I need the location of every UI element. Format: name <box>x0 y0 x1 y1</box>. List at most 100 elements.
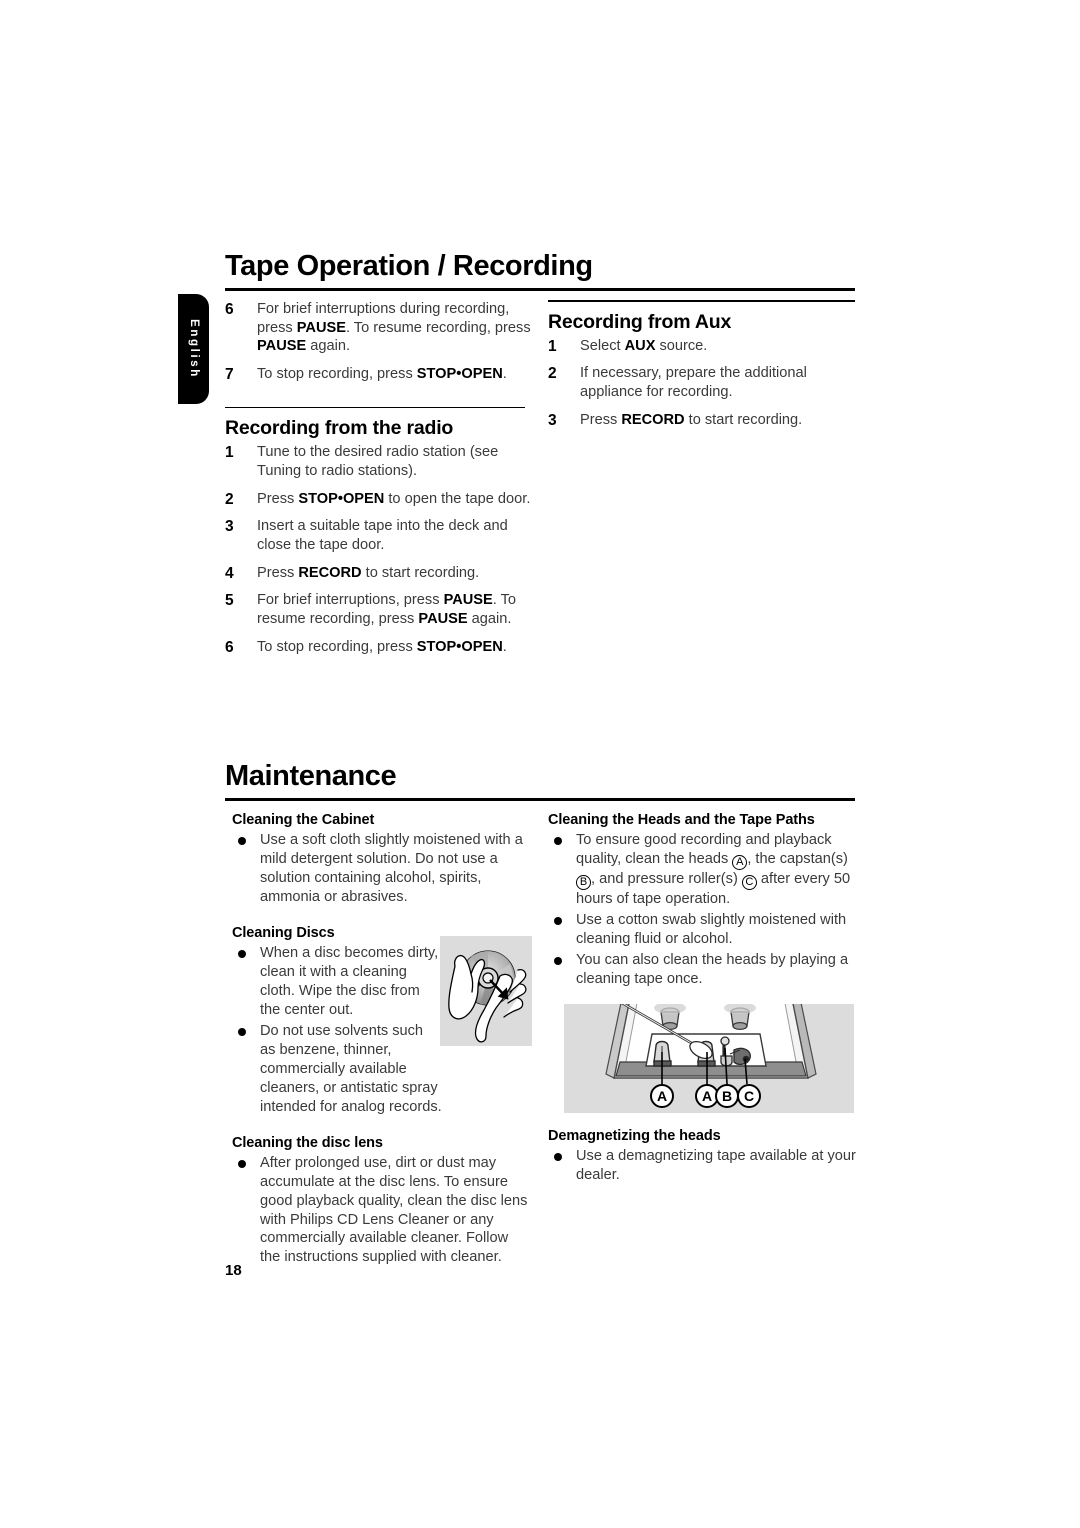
step-text: Tune to the desired radio station (see T… <box>257 444 499 479</box>
maintenance-right-column-demagnetizing: Demagnetizing the heads Use a demagnetizi… <box>548 1128 858 1203</box>
step-text: Select AUX source. <box>580 337 708 354</box>
list-item: 3 Press RECORD to start recording. <box>548 411 858 430</box>
circled-label-b: B <box>576 874 591 890</box>
step-number: 7 <box>225 366 234 384</box>
section-rule-maintenance <box>225 798 855 801</box>
section-title-tape-operation: Tape Operation / Recording <box>225 250 593 282</box>
manual-page: English Tape Operation / Recording 6 For … <box>0 0 1080 1528</box>
step-number: 2 <box>225 490 234 508</box>
step-text: Insert a suitable tape into the deck and… <box>257 518 508 553</box>
maintenance-block: Demagnetizing the heads Use a demagnetizi… <box>548 1128 858 1185</box>
language-tab-label: English <box>187 319 200 379</box>
maintenance-heading: Cleaning the Cabinet <box>232 812 375 828</box>
maintenance-block: Cleaning the Heads and the Tape Paths To … <box>548 812 858 989</box>
subsection-rule-recording-radio <box>225 406 525 409</box>
list-item: 4 Press RECORD to start recording. <box>225 564 535 583</box>
list-item: You can also clean the heads by playing … <box>548 951 858 989</box>
subsection-heading-recording-aux: Recording from Aux <box>548 310 732 333</box>
subsection-rule-recording-aux <box>548 300 855 302</box>
list-item: Use a demagnetizing tape available at yo… <box>548 1147 858 1185</box>
maintenance-heading: Demagnetizing the heads <box>548 1128 721 1144</box>
svg-text:C: C <box>744 1088 754 1104</box>
step-text: For brief interruptions, press PAUSE. To… <box>257 592 517 627</box>
list-item: To ensure good recording and playback qu… <box>548 831 858 909</box>
list-item: 2 Press STOP•OPEN to open the tape door. <box>225 490 535 509</box>
subsection-heading-recording-radio: Recording from the radio <box>225 417 454 440</box>
list-item: Do not use solvents such as benzene, thi… <box>232 1022 442 1117</box>
bullet-icon <box>238 1159 246 1168</box>
bullet-text: To ensure good recording and playback qu… <box>576 832 851 907</box>
recording-continued-steps: 6 For brief interruptions during recordin… <box>225 300 535 384</box>
maintenance-left-column: Cleaning the Cabinet Use a soft cloth sli… <box>232 812 532 1285</box>
emphasis: PAUSE <box>257 338 307 355</box>
step-number: 2 <box>548 365 557 383</box>
bullet-icon <box>554 956 562 965</box>
bullet-icon <box>238 837 246 845</box>
emphasis: RECORD <box>298 564 362 581</box>
step-text: Press STOP•OPEN to open the tape door. <box>257 490 531 507</box>
maintenance-heading: Cleaning the disc lens <box>232 1134 383 1151</box>
emphasis: STOP•OPEN <box>416 638 503 655</box>
step-number: 6 <box>225 638 234 656</box>
step-number: 1 <box>548 337 557 355</box>
maintenance-block: Cleaning the Cabinet Use a soft cloth sli… <box>232 812 532 907</box>
tape-path-illustration: A A B C <box>564 1004 854 1113</box>
step-text: For brief interruptions during recording… <box>257 301 531 355</box>
maintenance-bullets: Use a soft cloth slightly moistened with… <box>232 831 532 907</box>
tape-operation-right-column: Recording from Aux 1 Select AUX source. 2 I… <box>548 300 858 438</box>
bullet-text: Use a soft cloth slightly moistened with… <box>260 832 523 905</box>
emphasis: AUX <box>624 337 656 354</box>
disc-cleaning-illustration <box>440 936 532 1046</box>
step-text: If necessary, prepare the additional app… <box>580 365 807 400</box>
step-number: 1 <box>225 444 234 462</box>
bullet-icon <box>554 1153 562 1161</box>
emphasis: PAUSE <box>443 592 493 609</box>
maintenance-bullets: To ensure good recording and playback qu… <box>548 831 858 989</box>
maintenance-right-column: Cleaning the Heads and the Tape Paths To … <box>548 812 858 1007</box>
step-number: 5 <box>225 592 234 610</box>
svg-text:A: A <box>657 1088 667 1104</box>
emphasis: STOP•OPEN <box>416 366 503 383</box>
maintenance-bullets: Use a demagnetizing tape available at yo… <box>548 1147 858 1185</box>
section-rule-tape-operation <box>225 288 855 291</box>
circled-label-c: C <box>741 874 757 890</box>
svg-text:A: A <box>702 1088 712 1104</box>
bullet-icon <box>238 1027 246 1036</box>
emphasis: PAUSE <box>296 319 346 336</box>
list-item: 3 Insert a suitable tape into the deck an… <box>225 517 535 554</box>
step-number: 3 <box>548 411 557 429</box>
step-number: 6 <box>225 301 234 318</box>
list-item: 6 To stop recording, press STOP•OPEN. <box>225 638 535 657</box>
section-title-maintenance: Maintenance <box>225 760 397 792</box>
list-item: 1 Select AUX source. <box>548 337 858 356</box>
bullet-text: When a disc becomes dirty, clean it with… <box>260 944 439 1018</box>
bullet-icon <box>554 837 562 845</box>
bullet-text: Use a demagnetizing tape available at yo… <box>576 1148 856 1183</box>
step-number: 4 <box>225 564 234 582</box>
step-text: Press RECORD to start recording. <box>257 564 480 581</box>
list-item: When a disc becomes dirty, clean it with… <box>232 944 442 1020</box>
step-text: To stop recording, press STOP•OPEN. <box>257 366 507 383</box>
step-number: 3 <box>225 518 234 536</box>
list-item: 1 Tune to the desired radio station (see … <box>225 443 535 480</box>
list-item: 5 For brief interruptions, press PAUSE. T… <box>225 591 535 628</box>
svg-text:B: B <box>722 1088 732 1104</box>
maintenance-bullets: After prolonged use, dirt or dust may ac… <box>232 1154 532 1268</box>
recording-aux-steps: 1 Select AUX source. 2 If necessary, prepar… <box>548 337 858 430</box>
bullet-text: You can also clean the heads by playing … <box>576 951 849 987</box>
bullet-icon <box>238 949 246 958</box>
list-item: Use a soft cloth slightly moistened with… <box>232 831 532 907</box>
list-item: After prolonged use, dirt or dust may ac… <box>232 1154 532 1268</box>
list-item: Use a cotton swab slightly moistened wit… <box>548 911 858 949</box>
list-item: 6 For brief interruptions during recordin… <box>225 300 535 356</box>
language-tab-english: English <box>178 294 209 404</box>
bullet-icon <box>554 916 562 925</box>
maintenance-block: Cleaning the disc lens After prolonged us… <box>232 1135 532 1268</box>
step-text: To stop recording, press STOP•OPEN. <box>257 638 507 655</box>
emphasis: RECORD <box>621 411 685 428</box>
step-text: Press RECORD to start recording. <box>580 411 803 428</box>
bullet-text: Use a cotton swab slightly moistened wit… <box>576 911 847 947</box>
bullet-text: Do not use solvents such as benzene, thi… <box>260 1022 442 1115</box>
emphasis: PAUSE <box>418 610 468 627</box>
maintenance-heading: Cleaning the Heads and the Tape Paths <box>548 812 815 828</box>
